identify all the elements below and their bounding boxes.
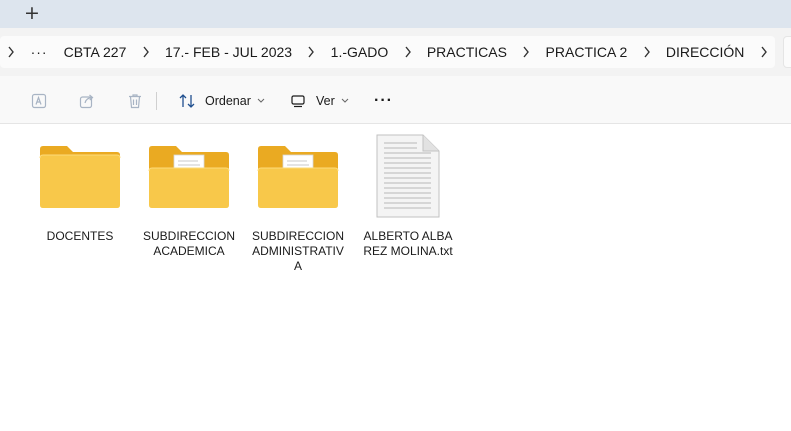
breadcrumb-item-practicas[interactable]: PRACTICAS [419,44,515,60]
chevron-down-icon [257,98,265,104]
file-name: SUBDIRECCION ADMINISTRATIVA [252,229,345,273]
breadcrumb-item-grado[interactable]: 1.-GADO [323,44,397,60]
command-bar: Ordenar Ver ··· [0,76,791,124]
share-button[interactable] [77,88,97,114]
rename-icon [29,91,49,111]
more-options-button[interactable]: ··· [374,88,393,114]
file-name: SUBDIRECCION ACADEMICA [143,229,236,258]
view-icon [288,91,308,111]
chevron-right-icon[interactable] [752,44,775,60]
chevron-right-icon[interactable] [0,44,23,60]
folder-with-documents-icon [139,135,239,217]
file-list: DOCENTES SUBDIRECCION ACADEMICA SUBDIREC… [0,125,791,431]
sort-icon [177,91,197,111]
file-item-subdireccion-administrativa[interactable]: SUBDIRECCION ADMINISTRATIVA [248,135,348,274]
chevron-right-icon[interactable] [300,44,323,60]
file-name: ALBERTO ALBAREZ MOLINA.txt [363,229,453,258]
breadcrumb[interactable]: ··· CBTA 227 17.- FEB - JUL 2023 1.-GADO… [0,36,775,68]
rename-button[interactable] [29,88,49,114]
breadcrumb-item-semester[interactable]: 17.- FEB - JUL 2023 [157,44,300,60]
file-item-docentes[interactable]: DOCENTES [30,135,130,244]
chevron-right-icon[interactable] [134,44,157,60]
folder-with-documents-icon [248,135,348,217]
address-bar: ··· CBTA 227 17.- FEB - JUL 2023 1.-GADO… [0,28,791,76]
more-options-label: ··· [374,92,393,109]
breadcrumb-item-cbta[interactable]: CBTA 227 [56,44,135,60]
breadcrumb-item-direccion[interactable]: DIRECCIÓN [658,44,753,60]
new-tab-button[interactable]: + [20,2,44,24]
trash-icon [125,91,145,111]
search-box[interactable] [783,36,791,68]
chevron-down-icon [341,98,349,104]
file-item-alberto-albarez-molina[interactable]: ALBERTO ALBAREZ MOLINA.txt [358,134,458,259]
toolbar-divider [156,92,157,110]
share-icon [77,91,97,111]
chevron-right-icon[interactable] [515,44,538,60]
view-button[interactable]: Ver [288,88,349,114]
chevron-right-icon[interactable] [635,44,658,60]
breadcrumb-item-practica-2[interactable]: PRACTICA 2 [538,44,636,60]
chevron-right-icon[interactable] [396,44,419,60]
folder-icon [30,135,130,217]
file-item-subdireccion-academica[interactable]: SUBDIRECCION ACADEMICA [139,135,239,259]
sort-button[interactable]: Ordenar [177,88,265,114]
tab-strip: + [0,0,791,28]
sort-label: Ordenar [205,94,251,108]
view-label: Ver [316,94,335,108]
breadcrumb-overflow-button[interactable]: ··· [23,44,56,60]
text-file-icon [358,134,458,218]
delete-button[interactable] [125,88,145,114]
file-name: DOCENTES [46,229,114,243]
